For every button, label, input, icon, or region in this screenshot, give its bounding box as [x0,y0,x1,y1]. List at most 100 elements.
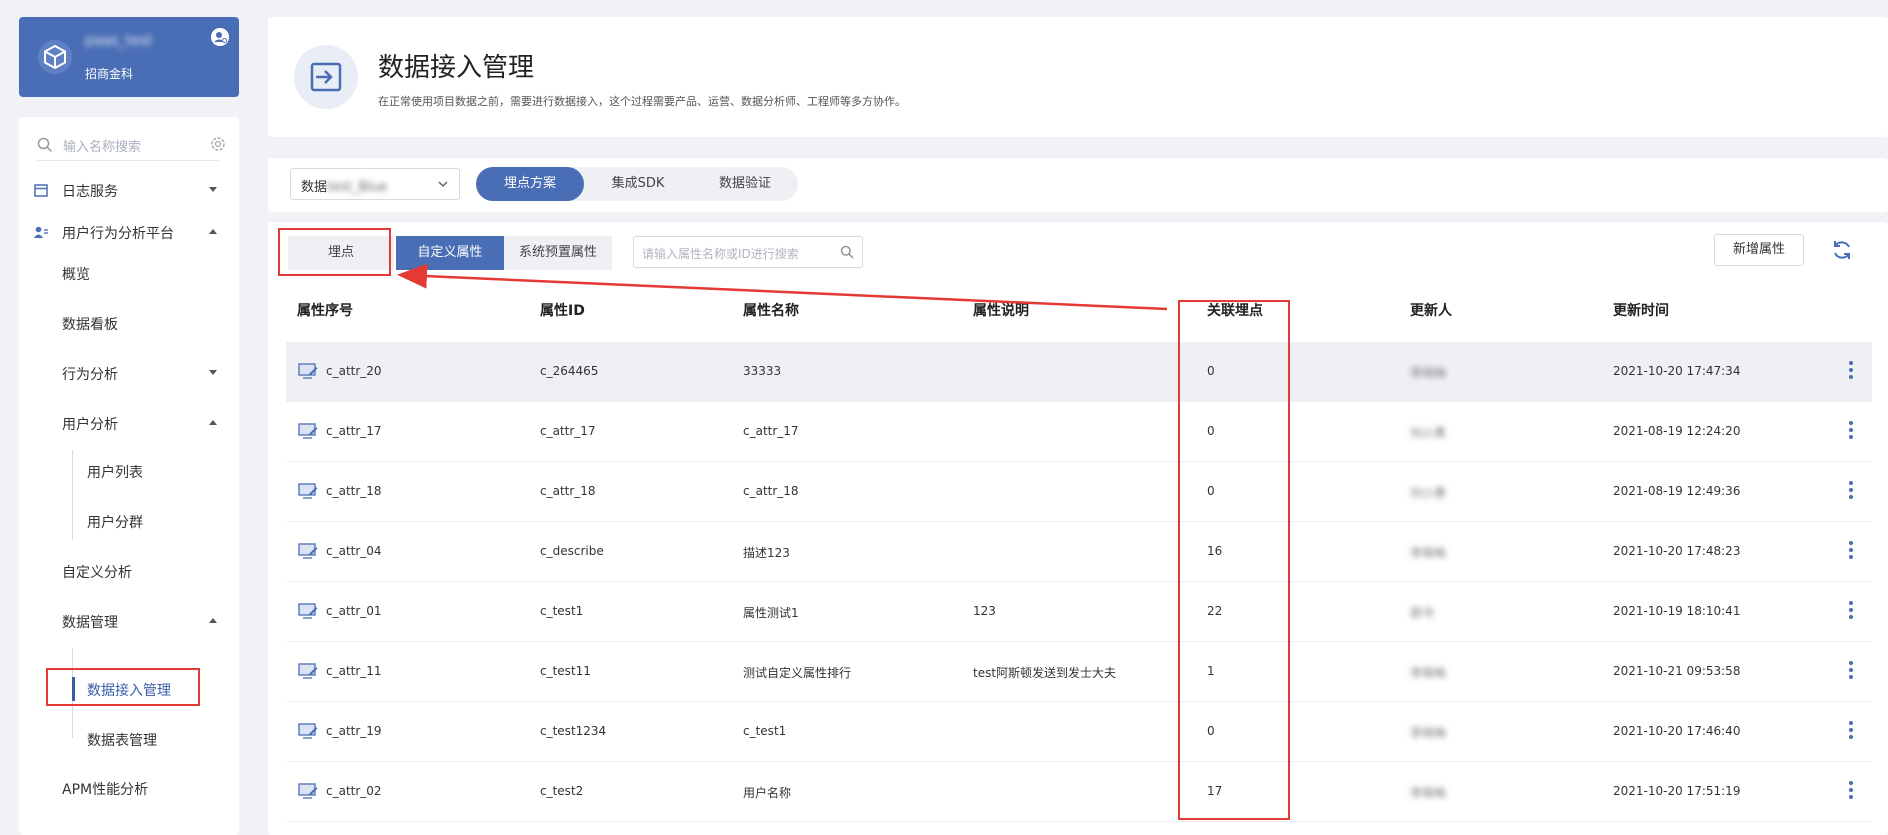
sidebar-search[interactable]: 输入名称搜索 [37,131,219,161]
sidebar: 输入名称搜索 日志服务 用户行为分析平台 概览 数据看板 行为分析 用户分析 用… [19,117,239,835]
more-vertical-icon[interactable] [1848,480,1854,500]
tab-tracking-plan[interactable]: 埋点方案 [476,167,584,201]
page-title: 数据接入管理 [378,53,535,83]
cell-id: c_attr_18 [540,484,596,498]
cell-seq: c_attr_02 [326,784,382,798]
tab-custom-properties[interactable]: 自定义属性 [396,236,504,270]
chevron-down-icon [209,370,217,375]
property-edit-icon [298,723,318,739]
sidebar-item-label: 概览 [62,267,90,283]
cell-user: 李晓梅 [1410,726,1447,740]
sidebar-item-apm[interactable]: APM性能分析 [19,773,239,803]
cube-logo-icon [38,40,72,74]
gear-icon[interactable] [209,135,227,153]
refresh-icon[interactable] [1830,238,1854,262]
add-property-button[interactable]: 新增属性 [1714,234,1804,266]
chevron-down-icon [438,181,448,188]
table-row[interactable]: c_attr_01 c_test1 属性测试1 123 22 郭书 2021-10-19 1… [286,582,1872,642]
user-switch-icon[interactable] [211,28,229,46]
more-vertical-icon[interactable] [1848,660,1854,680]
column-header[interactable]: 属性名称 [743,300,799,320]
cell-time: 2021-10-20 17:51:19 [1613,784,1741,798]
tab-system-properties[interactable]: 系统预置属性 [504,236,612,270]
search-icon [840,245,854,259]
org-name: paas_test [85,33,153,49]
toolbar: 数据test_Blue 埋点方案 集成SDK 数据验证 [268,158,1888,212]
column-header[interactable]: 更新时间 [1613,300,1669,320]
column-header[interactable]: 属性说明 [973,300,1029,320]
cell-id: c_test2 [540,784,584,798]
table-header: 属性序号 属性ID 属性名称 属性说明 关联埋点 更新人 更新时间 [286,280,1872,336]
cell-id: c_test11 [540,664,591,678]
sidebar-item-behavior-analysis[interactable]: 行为分析 [19,358,239,388]
more-vertical-icon[interactable] [1848,420,1854,440]
sidebar-item-log-service[interactable]: 日志服务 [19,175,239,205]
segment-control: 埋点方案 集成SDK 数据验证 [476,167,798,201]
column-header[interactable]: 属性序号 [297,300,353,320]
sidebar-item-user-list[interactable]: 用户列表 [19,456,239,486]
cell-name: c_test1 [743,724,787,738]
more-vertical-icon[interactable] [1848,540,1854,560]
sidebar-search-input[interactable]: 输入名称搜索 [63,136,141,155]
org-card[interactable]: paas_test 招商金科 [19,17,239,97]
column-header[interactable]: 属性ID [540,300,585,320]
cell-time: 2021-10-20 17:47:34 [1613,364,1741,378]
chevron-up-icon [209,420,217,425]
table-row[interactable]: c_attr_04 c_describe 描述123 16 李晓梅 2021-10-20 … [286,522,1872,582]
tab-integrate-sdk[interactable]: 集成SDK [584,167,692,201]
more-vertical-icon[interactable] [1848,720,1854,740]
cell-id: c_264465 [540,364,599,378]
cell-seq: c_attr_04 [326,544,382,558]
table-row[interactable]: c_attr_19 c_test1234 c_test1 0 李晓梅 2021-10-20… [286,702,1872,762]
dataset-select[interactable]: 数据test_Blue [290,168,460,200]
cell-user: 郭书 [1410,606,1435,620]
property-edit-icon [298,603,318,619]
sidebar-item-label: 数据看板 [62,317,118,333]
cell-seq: c_attr_11 [326,664,382,678]
sidebar-item-label: 用户行为分析平台 [62,226,174,242]
cell-name: 测试自定义属性排行 [743,666,852,680]
table-row[interactable]: c_attr_20 c_264465 33333 0 李晓梅 2021-10-20 17:… [286,342,1872,402]
sidebar-item-data-tables[interactable]: 数据表管理 [19,724,239,754]
sidebar-item-label: 用户分群 [87,515,143,531]
cell-time: 2021-10-20 17:46:40 [1613,724,1741,738]
table-row[interactable]: c_attr_17 c_attr_17 c_attr_17 0 刘小勇 2021-08-1… [286,402,1872,462]
calendar-icon [34,184,48,197]
more-vertical-icon[interactable] [1848,600,1854,620]
more-vertical-icon[interactable] [1848,780,1854,800]
cell-name: 用户名称 [743,786,792,800]
sidebar-item-user-segments[interactable]: 用户分群 [19,506,239,536]
cell-id: c_test1 [540,604,584,618]
cell-user: 李晓梅 [1410,666,1447,680]
cell-name: c_attr_18 [743,484,799,498]
annotation-box [1178,300,1290,820]
sidebar-item-label: 用户分析 [62,417,118,433]
user-list-icon [34,226,48,238]
property-edit-icon [298,363,318,379]
cell-desc: test阿斯顿发送到发士大夫 [973,666,1117,680]
annotation-box [278,228,391,276]
table-row[interactable]: c_attr_11 c_test11 测试自定义属性排行 test阿斯顿发送到发士大夫… [286,642,1872,702]
cell-time: 2021-08-19 12:24:20 [1613,424,1741,438]
main-content: 埋点 自定义属性 系统预置属性 请输入属性名称或ID进行搜索 新增属性 属性序号… [268,222,1888,835]
property-search-input[interactable]: 请输入属性名称或ID进行搜索 [633,236,863,268]
sidebar-item-user-behavior[interactable]: 用户行为分析平台 [19,217,239,247]
cell-name: 属性测试1 [743,606,799,620]
cell-name: c_attr_17 [743,424,799,438]
sidebar-item-user-analysis[interactable]: 用户分析 [19,408,239,438]
cell-id: c_test1234 [540,724,607,738]
sidebar-item-overview[interactable]: 概览 [19,258,239,288]
cell-name: 33333 [743,364,782,378]
cell-user: 刘小勇 [1410,426,1447,440]
table-row[interactable]: c_attr_18 c_attr_18 c_attr_18 0 刘小勇 2021-08-1… [286,462,1872,522]
sidebar-item-data-management[interactable]: 数据管理 [19,606,239,636]
table-row[interactable]: c_attr_02 c_test2 用户名称 17 李晓梅 2021-10-20 17:5… [286,762,1872,822]
property-edit-icon [298,483,318,499]
sidebar-item-dashboard[interactable]: 数据看板 [19,308,239,338]
tab-data-validation[interactable]: 数据验证 [692,167,798,201]
sidebar-item-custom-analysis[interactable]: 自定义分析 [19,556,239,586]
more-vertical-icon[interactable] [1848,360,1854,380]
property-edit-icon [298,543,318,559]
page-description: 在正常使用项目数据之前，需要进行数据接入，这个过程需要产品、运营、数据分析师、工… [378,95,906,108]
column-header[interactable]: 更新人 [1410,300,1452,320]
